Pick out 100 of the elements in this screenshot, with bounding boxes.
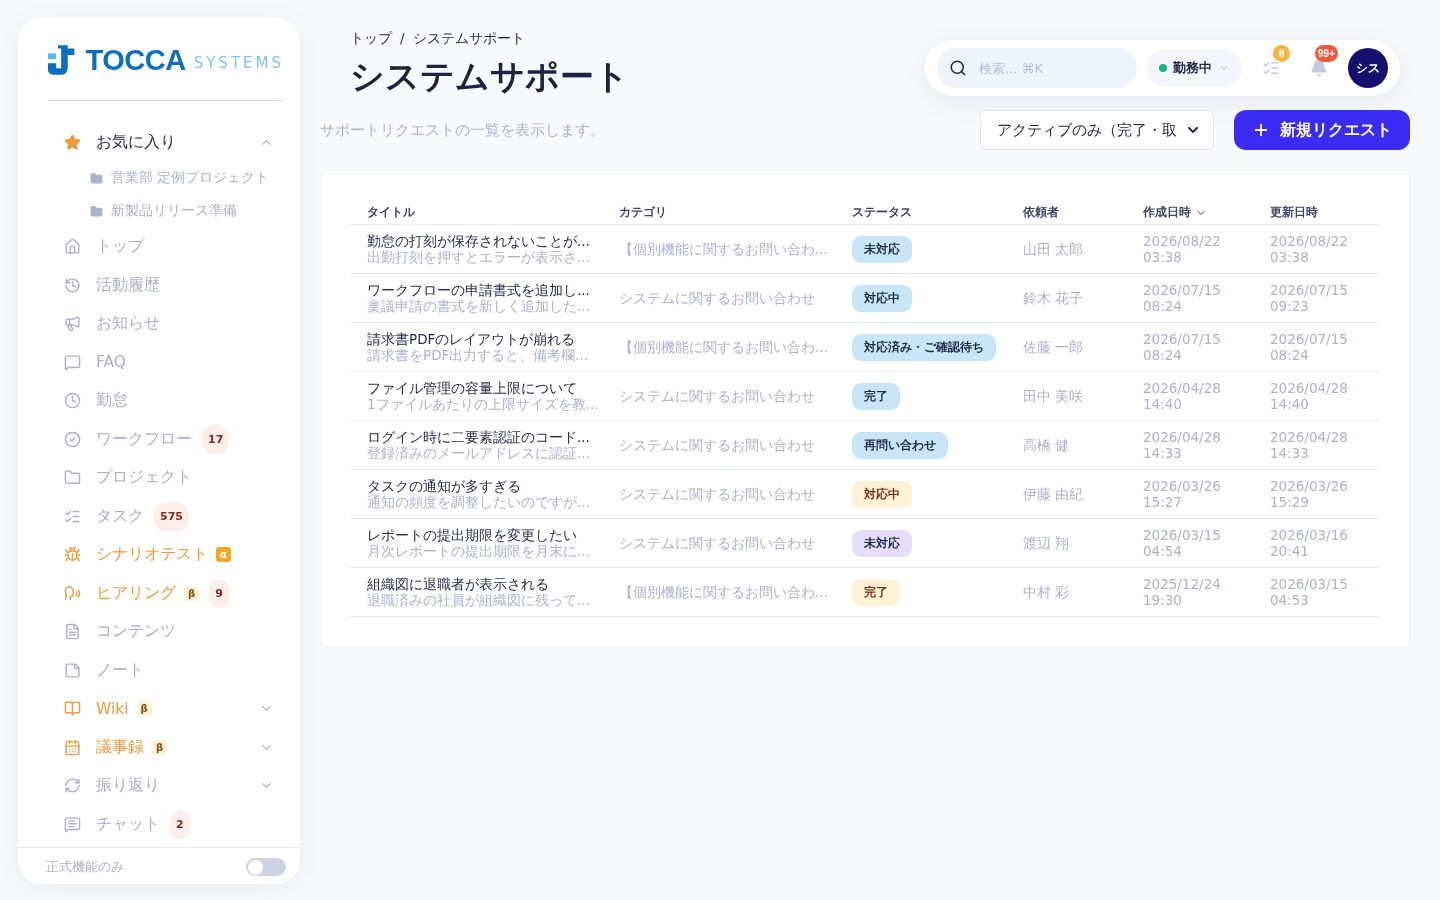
status-badge: 再問い合わせ [852, 431, 948, 459]
column-header[interactable]: タイトル [351, 199, 603, 225]
created-time: 19:30 [1143, 592, 1183, 608]
created-date: 2026/04/28 [1143, 380, 1222, 396]
feature-tag: β [184, 585, 200, 601]
sidebar-item[interactable]: ワークフロー 17 [62, 420, 284, 459]
requester-name: 佐藤 一郎 [1023, 339, 1085, 355]
created-date: 2026/07/15 [1143, 282, 1222, 298]
created-date: 2026/03/15 [1143, 527, 1222, 543]
request-summary: 1ファイルあたりの上限サイズを教... [367, 396, 600, 412]
request-title[interactable]: ワークフローの申請書式を追加し... [367, 282, 603, 298]
work-status-button[interactable]: 勤務中 [1147, 49, 1242, 87]
filter-dropdown[interactable]: アクティブのみ（完了・取 [980, 110, 1214, 150]
bug-icon [63, 546, 81, 564]
created-time: 15:27 [1143, 494, 1183, 510]
updated-date: 2026/03/15 [1270, 576, 1349, 592]
status-badge: 対応中 [852, 284, 912, 312]
request-title[interactable]: 組織図に退職者が表示される [367, 576, 603, 592]
column-header[interactable]: ステータス [836, 199, 1007, 225]
category-text: 【個別機能に関するお問い合わ... [619, 241, 829, 257]
status-badge: 対応済み・ご確認待ち [852, 333, 996, 361]
request-summary: 請求書をPDF出力すると、備考欄... [367, 347, 590, 363]
updated-time: 03:38 [1270, 249, 1310, 265]
speaking-person-icon [63, 584, 81, 602]
requester-name: 山田 太郎 [1023, 241, 1085, 257]
column-header[interactable]: 依頼者 [1007, 199, 1127, 225]
column-header[interactable]: カテゴリ [603, 199, 836, 225]
count-badge: 9 [209, 578, 229, 608]
sidebar-item[interactable]: チャット 2 [62, 805, 284, 844]
sidebar-item[interactable]: Wiki β [62, 689, 284, 728]
history-icon [63, 276, 81, 294]
updated-date: 2026/07/15 [1270, 282, 1349, 298]
updated-date: 2026/04/28 [1270, 429, 1349, 445]
request-summary: 月次レポートの提出期限を月末に... [367, 543, 591, 559]
refresh-icon [63, 777, 81, 795]
book-icon [63, 700, 81, 718]
request-summary: 退職済みの社員が組織図に残って... [367, 592, 591, 608]
request-summary: 通知の頻度を調整したいのですが... [367, 494, 591, 510]
request-title[interactable]: タスクの通知が多すぎる [367, 478, 603, 494]
created-date: 2026/08/22 [1143, 233, 1222, 249]
user-avatar[interactable]: シス [1348, 48, 1388, 88]
sidebar-item[interactable]: 議事録 β [62, 728, 284, 767]
toggle-switch[interactable] [246, 858, 286, 876]
updated-date: 2026/07/15 [1270, 331, 1349, 347]
requester-name: 田中 美咲 [1023, 388, 1085, 404]
breadcrumb-link[interactable]: システムサポート [412, 30, 525, 48]
request-summary: 登録済みのメールアドレスに認証... [367, 445, 591, 461]
brand-subtitle: SYSTEMS [193, 54, 284, 72]
home-icon [63, 238, 81, 256]
created-time: 14:40 [1143, 396, 1183, 412]
category-text: システムに関するお問い合わせ [619, 486, 816, 502]
column-header[interactable]: 作成日時 [1127, 199, 1254, 225]
search-icon [949, 59, 967, 77]
sidebar-item[interactable]: ヒアリング β 9 [62, 574, 284, 613]
status-badge: 完了 [852, 382, 900, 410]
note-icon [63, 661, 81, 679]
requester-name: 鈴木 花子 [1023, 290, 1085, 306]
created-time: 08:24 [1143, 298, 1183, 314]
status-badge: 未対応 [852, 235, 912, 263]
bell-icon [1310, 59, 1328, 77]
requester-name: 中村 彩 [1023, 584, 1071, 600]
folder-icon [90, 171, 103, 185]
category-text: システムに関するお問い合わせ [619, 535, 816, 551]
category-text: 【個別機能に関するお問い合わ... [619, 584, 829, 600]
request-title[interactable]: 請求書PDFのレイアウトが崩れる [367, 331, 603, 347]
updated-time: 14:40 [1270, 396, 1310, 412]
created-date: 2026/07/15 [1143, 331, 1222, 347]
created-time: 08:24 [1143, 347, 1183, 363]
new-request-button[interactable]: 新規リクエスト [1234, 110, 1410, 150]
category-text: システムに関するお問い合わせ [619, 388, 816, 404]
updated-time: 15:29 [1270, 494, 1310, 510]
page-description: サポートリクエストの一覧を表示します。 [320, 120, 606, 140]
brand-name: TOCCA [85, 43, 186, 77]
toggle-label: 正式機能のみ [46, 858, 124, 876]
updated-date: 2026/03/26 [1270, 478, 1349, 494]
requester-name: 高橋 健 [1023, 437, 1071, 453]
request-title[interactable]: 勤怠の打刻が保存されないことが... [367, 233, 603, 249]
updated-time: 20:41 [1270, 543, 1310, 559]
request-title[interactable]: ファイル管理の容量上限について [367, 380, 603, 396]
search-field[interactable]: 検索... ⌘K [937, 48, 1137, 88]
sidebar-item[interactable]: タスク 575 [62, 497, 284, 536]
checklist-icon [1262, 59, 1280, 77]
created-date: 2025/12/24 [1143, 576, 1222, 592]
column-header[interactable]: 更新日時 [1254, 199, 1379, 225]
request-title[interactable]: レポートの提出期限を変更したい [367, 527, 603, 543]
request-title[interactable]: ログイン時に二要素認証のコード... [367, 429, 603, 445]
megaphone-icon [63, 315, 81, 333]
updated-time: 04:53 [1270, 592, 1310, 608]
check-circle-icon [63, 430, 81, 448]
category-text: システムに関するお問い合わせ [619, 437, 816, 453]
updated-time: 14:33 [1270, 445, 1310, 461]
created-time: 04:54 [1143, 543, 1183, 559]
page-title: システムサポート [350, 55, 629, 98]
breadcrumb-link[interactable]: トップ [350, 30, 392, 48]
count-badge: 99+ [1315, 45, 1338, 62]
count-badge: 8 [1273, 45, 1290, 62]
feature-tag: β [152, 739, 168, 755]
plus-icon [1252, 121, 1270, 139]
feature-tag: β [136, 701, 152, 717]
favorites-item[interactable]: お気に入り [62, 123, 284, 162]
